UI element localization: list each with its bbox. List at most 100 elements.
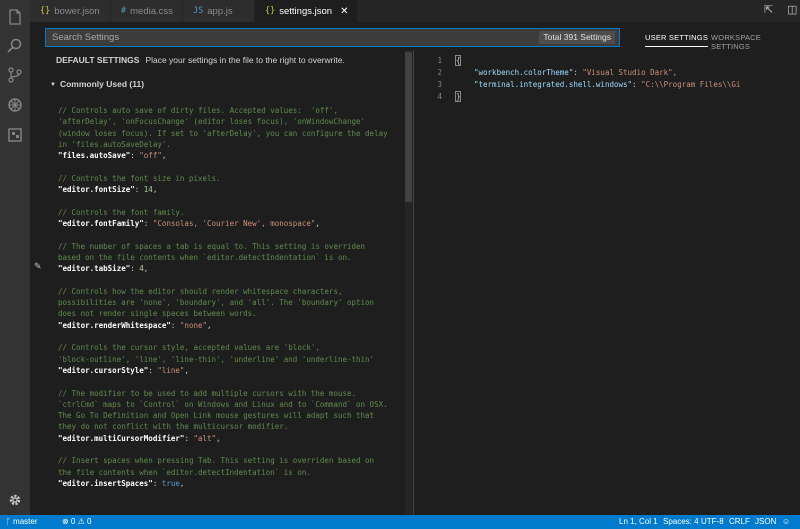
colon: : [170,320,180,330]
eol-status[interactable]: CRLF [729,517,750,526]
setting-comment: // Insert spaces when pressing Tab. This… [58,456,375,466]
default-settings-header: DEFAULT SETTINGS Place your settings in t… [56,55,345,65]
setting-comment: in 'files.autoSaveDelay'. [58,139,171,149]
search-input[interactable] [52,30,522,45]
tab-user-settings[interactable]: USER SETTINGS [645,33,709,47]
setting-value: "C:\\Program Files\\Gi [641,80,741,89]
status-bar: ᚴ master ⊗ 0 ⚠ 0 Ln 1, Col 1 Spaces: 4 U… [0,515,800,529]
branch-name: master [13,517,38,526]
setting-comment: // Controls how the editor should render… [58,286,343,296]
setting-comment: // Controls auto save of dirty files. Ac… [58,106,338,115]
problems-status[interactable]: ⊗ 0 ⚠ 0 [62,517,91,526]
git-branch-icon: ᚴ [6,517,14,526]
settings-search-box: Total 391 Settings [45,28,620,47]
setting-comment: based on the file contents when `editor.… [58,252,352,262]
line-number: 1 [437,56,442,65]
setting-key: "editor.fontFamily" [58,219,144,228]
setting-key: "editor.cursorStyle" [58,365,149,375]
tab-workspace-settings[interactable]: WORKSPACE SETTINGS [711,33,800,51]
comma: , [184,365,189,375]
section-commonly-used[interactable]: ▼ Commonly Used (11) [50,79,144,89]
edit-pencil-icon[interactable]: ✎ [34,261,42,272]
tab-label: bower.json [54,5,100,17]
total-settings-badge: Total 391 Settings [539,31,615,44]
line-number: 2 [437,68,442,77]
user-setting-entry: "terminal.integrated.shell.windows": "C:… [474,79,740,91]
tab-app-js[interactable]: JS app.js [183,0,255,22]
branch-status[interactable]: ᚴ master [6,517,37,526]
tab-bower-json[interactable]: {} bower.json [30,0,111,22]
line-number: 4 [437,92,442,101]
colon: : [148,365,158,375]
setting-entry: "editor.fontFamily": "Consolas, 'Courier… [58,219,320,230]
default-settings-pane[interactable]: DEFAULT SETTINGS Place your settings in t… [30,50,404,515]
search-icon[interactable] [5,36,25,56]
comma: , [315,219,320,228]
split-editor-icon[interactable]: ◫ [787,3,797,16]
language-mode[interactable]: JSON [755,517,776,526]
tab-settings-json[interactable]: {} settings.json ✕ [255,0,358,22]
encoding-status[interactable]: UTF-8 [701,517,724,526]
setting-key: "editor.multiCursorModifier" [58,433,185,443]
chevron-down-icon[interactable]: ▼ [50,82,56,88]
setting-comment: // The modifier to be used to add multip… [58,388,357,398]
setting-entry: "editor.cursorStyle": "line", [58,366,189,377]
close-icon[interactable]: ✕ [340,6,348,17]
activity-bar [0,0,30,515]
setting-comment: 'afterDelay', 'onFocusChange' (editor lo… [58,117,366,127]
json-file-icon: {} [40,6,51,16]
cursor-position[interactable]: Ln 1, Col 1 [619,517,658,526]
comma: , [152,185,158,195]
setting-entry: "editor.insertSpaces": true, [58,479,184,490]
default-settings-subtitle: Place your settings in the file to the r… [145,55,345,65]
setting-comment: possibilities are 'none', 'boundary', an… [58,298,375,308]
comma: , [216,433,221,443]
setting-comment: `ctrlCmd` maps to `Control` on Windows a… [58,399,388,409]
scrollbar[interactable] [405,50,412,515]
setting-comment: // Controls the font family. [58,207,185,217]
setting-value: "off" [139,151,162,161]
default-settings-title: DEFAULT SETTINGS [56,55,140,65]
comma: , [143,264,149,274]
section-title: Commonly Used (11) [59,79,145,89]
setting-value: "line" [157,365,185,375]
bracket-match-highlight [455,55,461,66]
setting-value: "none" [179,320,208,330]
source-control-icon[interactable] [5,65,25,85]
setting-comment: // Controls the cursor style, accepted v… [58,343,320,353]
setting-comment: // Controls the font size in pixels. [58,173,221,183]
gear-icon[interactable] [5,490,25,510]
setting-comment: 'block-outline', 'line', 'line-thin', 'u… [58,354,375,364]
tab-media-css[interactable]: # media.css [111,0,183,22]
setting-entry: "editor.tabSize": 4, [58,264,148,275]
setting-entry: "files.autoSave": "off", [58,151,166,162]
extensions-icon[interactable] [5,125,25,145]
files-icon[interactable] [5,7,25,27]
debug-icon[interactable] [5,95,25,115]
setting-key: "editor.tabSize" [58,264,131,274]
setting-key: "terminal.integrated.shell.windows" [474,80,633,89]
setting-entry: "editor.renderWhitespace": "none", [58,321,212,332]
setting-key: "workbench.colorTheme" [474,68,574,77]
setting-comment: (window loses focus). If set to 'afterDe… [58,128,388,138]
setting-key: "editor.insertSpaces" [58,478,153,488]
bracket-match-highlight [455,91,461,102]
setting-entry: "editor.fontSize": 14, [58,185,157,196]
open-file-icon[interactable]: ⇱ [764,3,773,16]
colon: : [143,219,153,228]
comma: , [207,320,212,330]
setting-value: 14 [143,185,153,195]
setting-comment: does not render single spaces between wo… [58,309,257,319]
tab-label: media.css [130,5,173,17]
feedback-icon[interactable]: ☺ [782,517,790,526]
colon: : [632,80,642,89]
json-file-icon: {} [265,6,276,16]
setting-key: "files.autoSave" [58,151,131,161]
colon: : [134,185,144,195]
setting-comment: // The number of spaces a tab is equal t… [58,241,366,251]
colon: : [130,264,140,274]
indentation-status[interactable]: Spaces: 4 [663,517,699,526]
scrollbar-thumb[interactable] [405,52,412,202]
user-settings-editor[interactable]: 1{2 "workbench.colorTheme": "Visual Studi… [414,50,800,515]
comma: , [179,478,185,488]
